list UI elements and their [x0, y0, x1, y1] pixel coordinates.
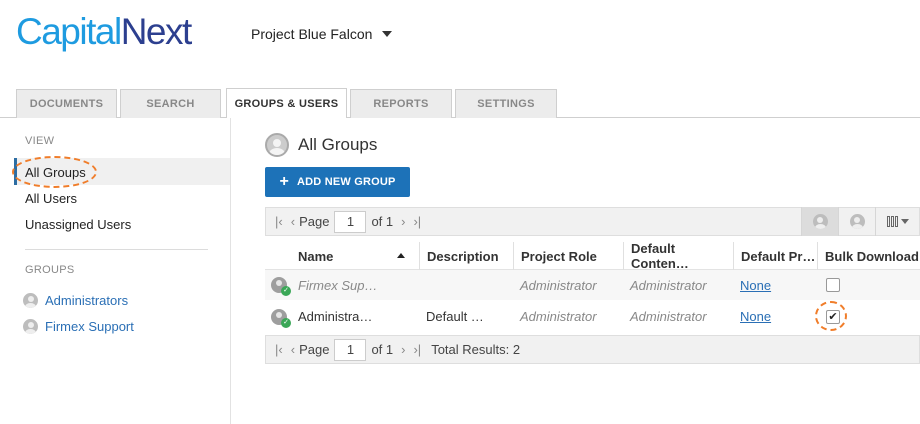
cell-default-content: Administrator	[630, 277, 707, 293]
cell-default-pr-link[interactable]: None	[740, 270, 771, 300]
group-avatar-icon	[23, 319, 38, 334]
next-page-icon[interactable]: ›	[401, 342, 405, 357]
sidebar-group-administrators[interactable]: Administrators	[23, 293, 128, 308]
app-header: CapitalNext Project Blue Falcon	[0, 0, 920, 88]
group-icon	[265, 133, 289, 157]
sidebar-item-all-groups[interactable]: All Groups	[25, 165, 86, 180]
sort-ascending-icon	[397, 253, 405, 258]
bulk-download-checkbox[interactable]	[826, 278, 840, 292]
column-header-description[interactable]: Description	[419, 242, 509, 270]
pager-top: |‹ ‹ Page 1 of 1 › ›|	[265, 207, 920, 236]
tab-settings[interactable]: SETTINGS	[455, 89, 557, 118]
chevron-down-icon	[900, 219, 909, 224]
tab-documents[interactable]: DOCUMENTS	[16, 89, 117, 118]
sidebar-group-firmex-support[interactable]: Firmex Support	[23, 319, 134, 334]
last-page-icon[interactable]: ›|	[413, 342, 421, 357]
group-status-icon: ✓	[271, 300, 291, 333]
cell-project-role: Administrator	[520, 309, 597, 324]
view-groups-button[interactable]	[801, 207, 838, 236]
table-row[interactable]: ✓ Firmex Sup… Administrator Administrato…	[265, 270, 920, 300]
first-page-icon[interactable]: |‹	[275, 214, 283, 229]
page-title: All Groups	[265, 133, 377, 157]
column-header-bulk-download[interactable]: Bulk Download	[817, 242, 920, 270]
prev-page-icon[interactable]: ‹	[291, 342, 295, 357]
columns-icon	[886, 216, 898, 227]
column-header-name[interactable]: Name	[291, 242, 405, 270]
cell-description: Default …	[426, 309, 484, 324]
view-toggle-group	[801, 207, 919, 236]
total-results: Total Results: 2	[431, 342, 521, 357]
sidebar: VIEW All Groups All Users Unassigned Use…	[0, 118, 231, 424]
column-header-default-content[interactable]: Default Conten…	[623, 241, 733, 271]
group-view-icon	[812, 214, 828, 229]
tab-reports[interactable]: REPORTS	[350, 89, 452, 118]
tab-search[interactable]: SEARCH	[120, 89, 221, 118]
group-status-icon: ✓	[271, 270, 291, 300]
first-page-icon[interactable]: |‹	[275, 342, 283, 357]
columns-button[interactable]	[875, 207, 919, 236]
main-tabs: DOCUMENTS SEARCH GROUPS & USERS REPORTS …	[0, 88, 920, 118]
column-header-project-role[interactable]: Project Role	[513, 242, 623, 270]
cell-default-content: Administrator	[630, 309, 707, 324]
cell-name: Firmex Sup…	[298, 277, 378, 293]
user-view-icon	[849, 214, 865, 229]
cell-project-role: Administrator	[520, 277, 597, 293]
sidebar-item-all-users[interactable]: All Users	[25, 191, 77, 206]
page-number-input[interactable]: 1	[334, 210, 367, 233]
plus-icon: +	[279, 173, 289, 190]
cell-name: Administra…	[298, 309, 373, 324]
column-header-default-pr[interactable]: Default Pr…	[733, 242, 817, 270]
next-page-icon[interactable]: ›	[401, 214, 405, 229]
tab-groups-users[interactable]: GROUPS & USERS	[226, 88, 347, 118]
groups-heading: GROUPS	[25, 264, 75, 276]
sidebar-item-unassigned-users[interactable]: Unassigned Users	[25, 217, 131, 232]
cell-default-pr-link[interactable]: None	[740, 300, 771, 333]
sidebar-divider	[25, 249, 208, 250]
bulk-download-checkbox-checked[interactable]: ✔	[826, 309, 840, 324]
last-page-icon[interactable]: ›|	[413, 214, 421, 229]
add-new-group-button[interactable]: + ADD NEW GROUP	[265, 167, 410, 197]
view-users-button[interactable]	[838, 207, 875, 236]
project-selector[interactable]: Project Blue Falcon	[251, 26, 393, 42]
pager-bottom: |‹ ‹ Page 1 of 1 › ›| Total Results: 2	[265, 335, 920, 364]
capitalnext-logo[interactable]: CapitalNext	[16, 8, 192, 56]
project-name: Project Blue Falcon	[251, 26, 373, 42]
view-heading: VIEW	[25, 135, 55, 147]
chevron-down-icon	[382, 31, 393, 37]
table-header: Name Description Project Role Default Co…	[265, 241, 920, 271]
group-avatar-icon	[23, 293, 38, 308]
table-row[interactable]: ✓ Administra… Default … Administrator Ad…	[265, 300, 920, 333]
prev-page-icon[interactable]: ‹	[291, 214, 295, 229]
page-number-input[interactable]: 1	[334, 338, 367, 361]
